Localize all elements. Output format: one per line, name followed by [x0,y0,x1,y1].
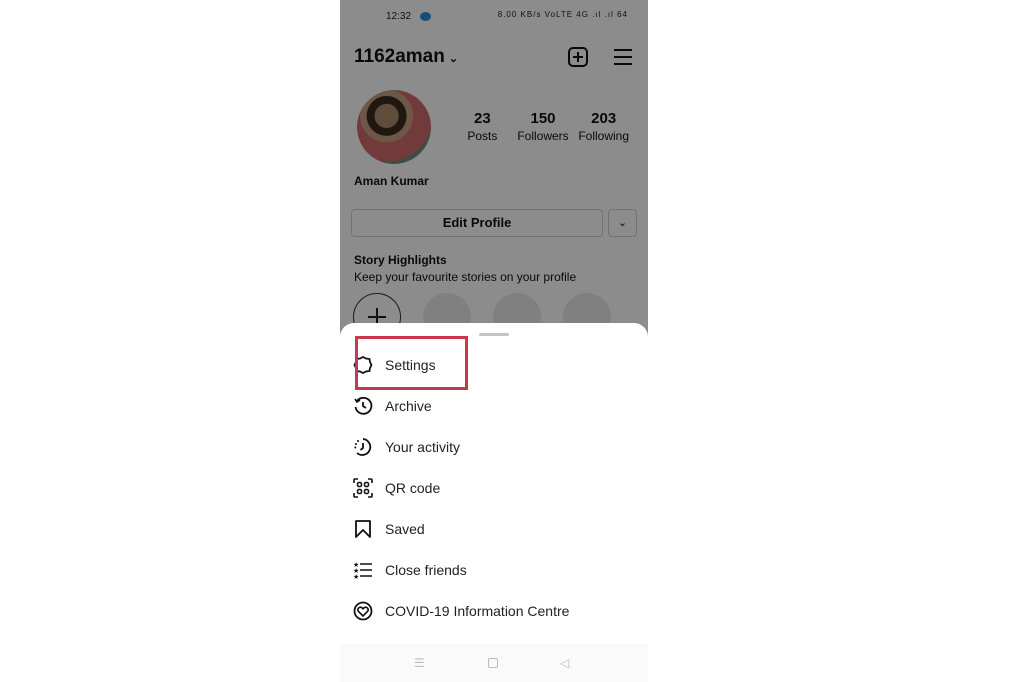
covid-heart-icon [352,600,374,622]
close-friends-list-icon: ★ ★ ★ [352,559,374,581]
android-nav-bar: ☰ ◁ [340,644,648,682]
phone-screen: 12:32 8.00 KB/s VoLTE 4G .ıl .ıl 64 1162… [340,0,648,682]
recent-apps-icon[interactable]: ☰ [414,656,425,670]
drag-handle[interactable] [479,333,509,336]
menu-item-your-activity[interactable]: Your activity [352,432,460,462]
menu-item-covid-info[interactable]: COVID-19 Information Centre [352,596,569,626]
menu-item-label: COVID-19 Information Centre [385,603,570,619]
menu-item-label: Archive [385,398,432,414]
activity-clock-icon [352,436,374,458]
menu-item-label: Your activity [385,439,460,455]
bookmark-icon [352,518,374,540]
archive-clock-icon [352,395,374,417]
menu-item-saved[interactable]: Saved [352,514,425,544]
menu-item-close-friends[interactable]: ★ ★ ★ Close friends [352,555,467,585]
menu-item-label: Close friends [385,562,467,578]
qr-code-icon [352,477,374,499]
menu-item-qr-code[interactable]: QR code [352,473,440,503]
menu-item-label: QR code [385,480,441,496]
menu-item-archive[interactable]: Archive [352,391,432,421]
bottom-sheet-menu: Settings Archive Your activity QR code S… [340,323,648,682]
menu-item-label: Saved [385,521,425,537]
settings-highlight-box [355,336,468,390]
svg-text:★: ★ [353,573,359,580]
home-square-icon[interactable] [488,658,498,668]
back-triangle-icon[interactable]: ◁ [560,656,569,670]
